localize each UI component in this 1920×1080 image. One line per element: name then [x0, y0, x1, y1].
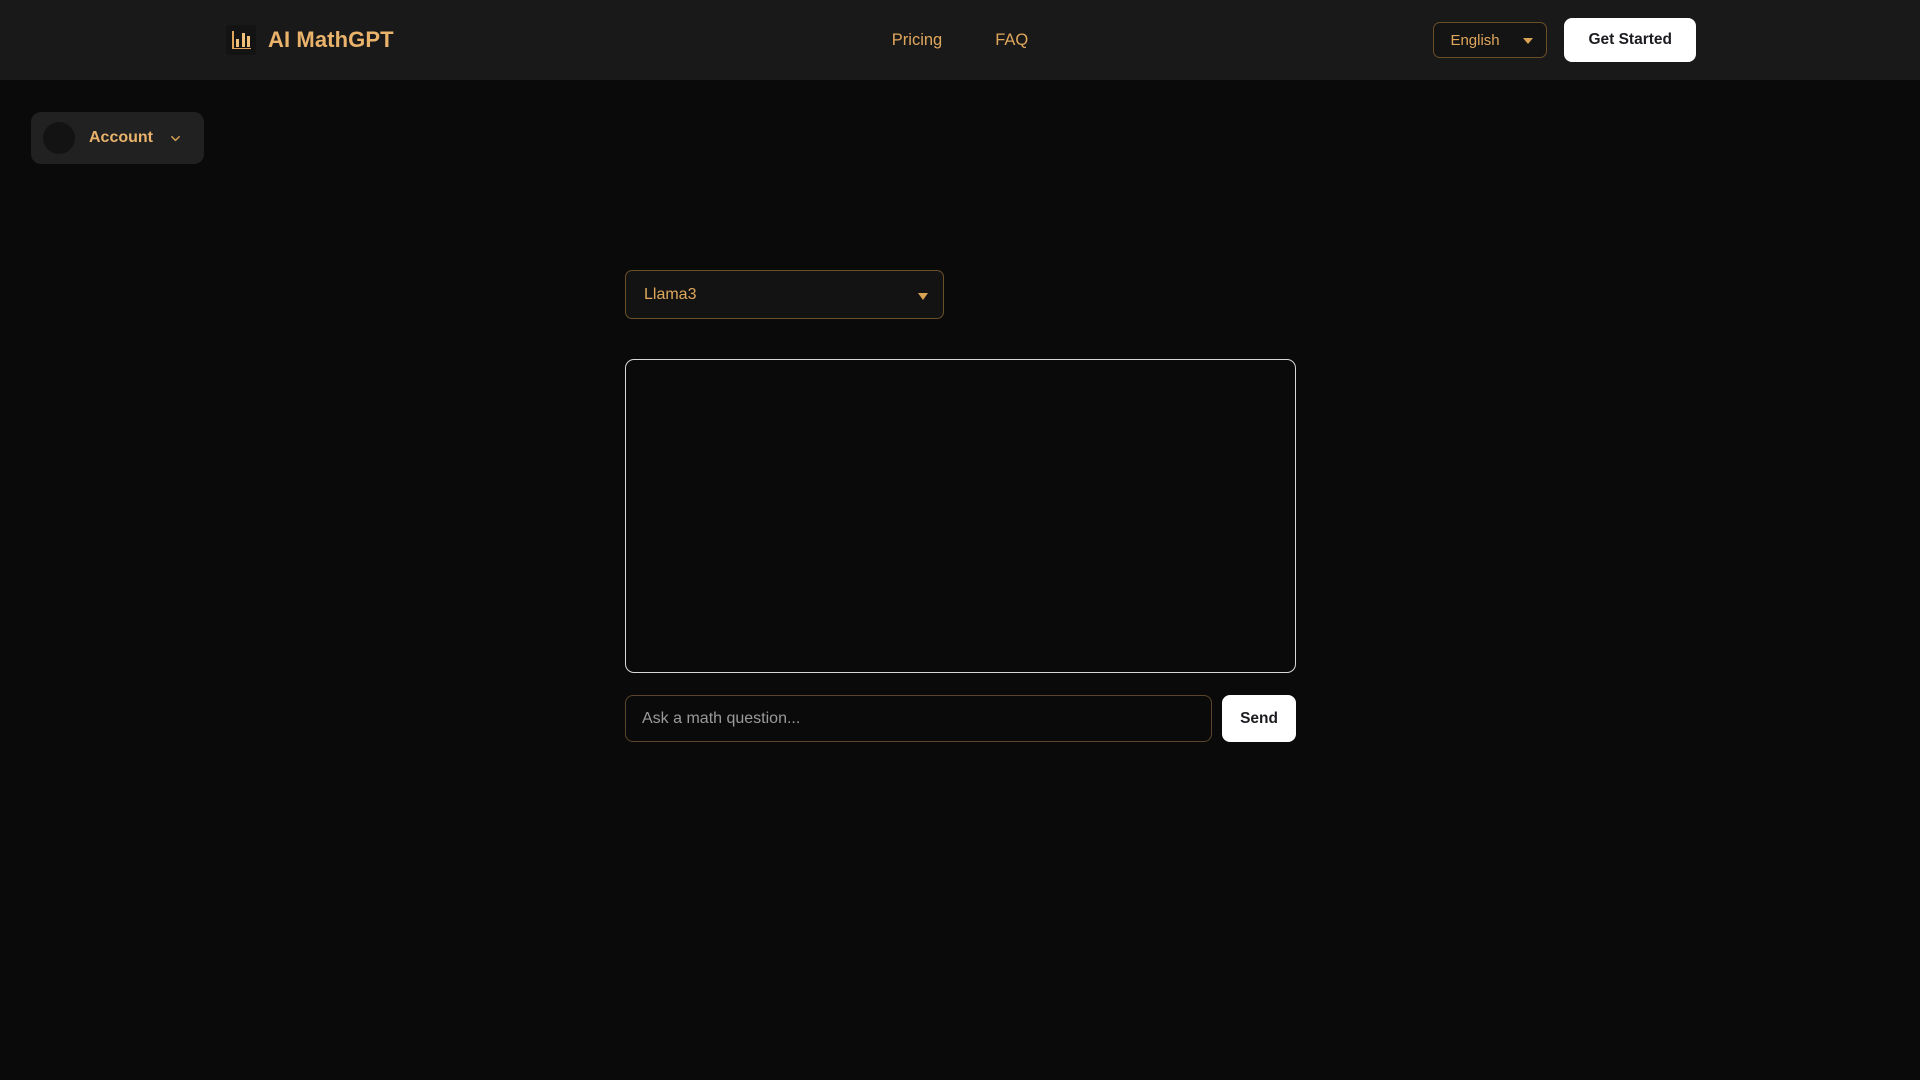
conversation-panel[interactable] — [625, 359, 1296, 673]
question-input[interactable] — [625, 695, 1213, 742]
site-header: AI MathGPT Pricing FAQ English Get Start… — [0, 0, 1920, 80]
chevron-down-icon — [171, 135, 180, 141]
brand-name: AI MathGPT — [268, 27, 394, 52]
get-started-button[interactable]: Get Started — [1564, 18, 1696, 62]
brand-logo[interactable]: AI MathGPT — [226, 25, 394, 55]
header-actions: English Get Started — [1433, 18, 1696, 62]
account-label: Account — [89, 129, 153, 146]
message-composer: Send — [625, 695, 1296, 742]
primary-nav: Pricing FAQ — [892, 31, 1028, 50]
nav-link-faq[interactable]: FAQ — [995, 31, 1028, 50]
send-button[interactable]: Send — [1222, 695, 1296, 742]
account-menu[interactable]: Account — [31, 112, 204, 164]
bar-chart-icon — [226, 25, 256, 55]
language-select[interactable]: English — [1433, 22, 1548, 58]
avatar-placeholder-icon — [43, 122, 75, 154]
model-selector[interactable]: Llama3 — [625, 270, 944, 319]
nav-link-pricing[interactable]: Pricing — [892, 31, 942, 50]
language-selector[interactable]: English — [1433, 22, 1548, 58]
model-select[interactable]: Llama3 — [625, 270, 944, 319]
